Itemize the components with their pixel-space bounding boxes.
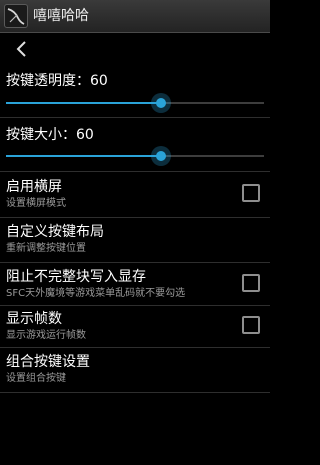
slider-size-thumb[interactable] xyxy=(150,146,171,166)
pref-combo-keys-title: 组合按键设置 xyxy=(6,354,90,370)
slider-transparency-fill xyxy=(6,102,161,104)
slider-transparency-track[interactable] xyxy=(6,93,264,113)
app-logo-icon xyxy=(4,4,28,28)
pref-show-fps[interactable]: 显示帧数 显示游戏运行帧数 xyxy=(0,305,270,349)
pref-custom-layout[interactable]: 自定义按键布局 重新调整按键位置 xyxy=(0,218,270,262)
slider-size-label: 按键大小：60 xyxy=(6,127,94,143)
pref-block-incomplete-title: 阻止不完整块写入显存 xyxy=(6,269,146,285)
pref-custom-layout-title: 自定义按键布局 xyxy=(6,224,104,240)
slider-transparency-thumb[interactable] xyxy=(150,93,171,113)
pref-show-fps-checkbox[interactable] xyxy=(242,316,260,334)
slider-transparency-label: 按键透明度：60 xyxy=(6,73,108,89)
slider-size: 按键大小：60 xyxy=(0,124,270,172)
pref-custom-layout-summary: 重新调整按键位置 xyxy=(6,243,86,254)
divider xyxy=(0,392,270,393)
pref-block-incomplete-checkbox[interactable] xyxy=(242,274,260,292)
pref-combo-keys[interactable]: 组合按键设置 设置组合按键 xyxy=(0,348,270,392)
pref-landscape-summary: 设置横屏模式 xyxy=(6,198,66,209)
chevron-left-icon[interactable] xyxy=(12,39,32,59)
pref-show-fps-summary: 显示游戏运行帧数 xyxy=(6,330,86,341)
divider xyxy=(0,117,270,118)
pref-combo-keys-summary: 设置组合按键 xyxy=(6,373,66,384)
app-title: 嘻嘻哈哈 xyxy=(33,8,89,24)
slider-size-fill xyxy=(6,155,161,157)
pref-block-incomplete[interactable]: 阻止不完整块写入显存 SFC天外魔境等游戏菜单乱码就不要勾选 xyxy=(0,263,270,307)
title-bar: 嘻嘻哈哈 xyxy=(0,0,270,33)
divider xyxy=(0,171,270,172)
navigation-bar xyxy=(0,33,270,65)
pref-landscape[interactable]: 启用横屏 设置横屏模式 xyxy=(0,173,270,217)
pref-landscape-checkbox[interactable] xyxy=(242,184,260,202)
pref-show-fps-title: 显示帧数 xyxy=(6,311,62,327)
slider-transparency: 按键透明度：60 xyxy=(0,70,270,118)
pref-block-incomplete-summary: SFC天外魔境等游戏菜单乱码就不要勾选 xyxy=(6,288,186,299)
pref-landscape-title: 启用横屏 xyxy=(6,179,62,195)
slider-size-track[interactable] xyxy=(6,146,264,166)
